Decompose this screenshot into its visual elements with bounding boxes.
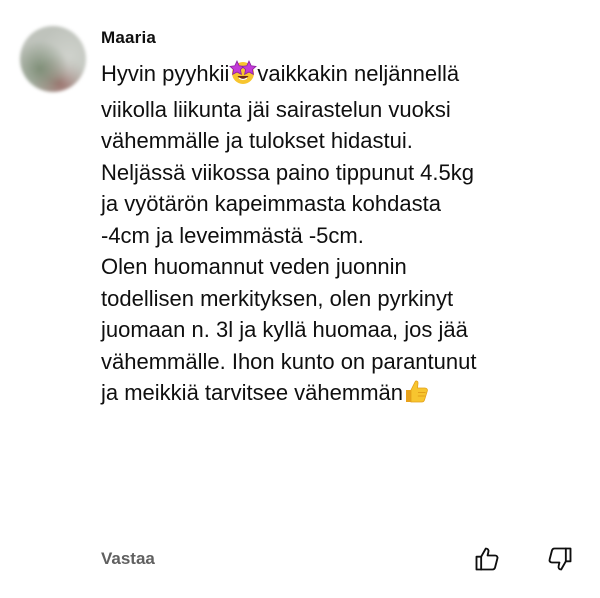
comment-line-text: Hyvin pyyhkii: [101, 61, 230, 86]
comment-line: vähemmälle ja tulokset hidastui.: [101, 128, 413, 153]
comment-line: juomaan n. 3l ja kyllä huomaa, jos jää: [101, 317, 468, 342]
comment-line: ja meikkiä tarvitsee vähemmän: [101, 377, 581, 413]
thumbs-down-outline-icon: [546, 545, 574, 578]
comment-line: ja vyötärön kapeimmasta kohdasta: [101, 191, 441, 216]
comment-line: viikolla liikunta jäi sairastelun vuoksi: [101, 96, 451, 122]
comment-text: Hyvin pyyhkii vaikkakin neljännellä viik…: [101, 58, 581, 413]
comment-line: Olen huomannut veden juonnin: [101, 254, 407, 279]
comment-line: todellisen merkityksen, olen pyrkinyt: [101, 285, 454, 311]
comment-line: vähemmälle. Ihon kunto on parantunut: [101, 348, 477, 374]
comment-author[interactable]: Maaria: [101, 28, 156, 48]
comment-line: -4cm ja leveimmästä -5cm.: [101, 222, 364, 248]
star-struck-emoji: [229, 59, 258, 94]
comment-line: Neljässä viikossa paino tippunut 4.5kg: [101, 159, 475, 185]
avatar[interactable]: [20, 26, 86, 92]
reply-button[interactable]: Vastaa: [101, 549, 155, 569]
dislike-button[interactable]: [543, 544, 577, 578]
comment-line-text: ja meikkiä tarvitsee vähemmän: [101, 380, 404, 405]
comment-line: Hyvin pyyhkii vaikkakin neljännellä: [101, 58, 581, 94]
thumbs-up-emoji: [403, 378, 429, 413]
comment-line-text: vaikkakin neljännellä: [257, 61, 460, 86]
thumbs-up-outline-icon: [473, 545, 501, 578]
like-button[interactable]: [470, 544, 504, 578]
